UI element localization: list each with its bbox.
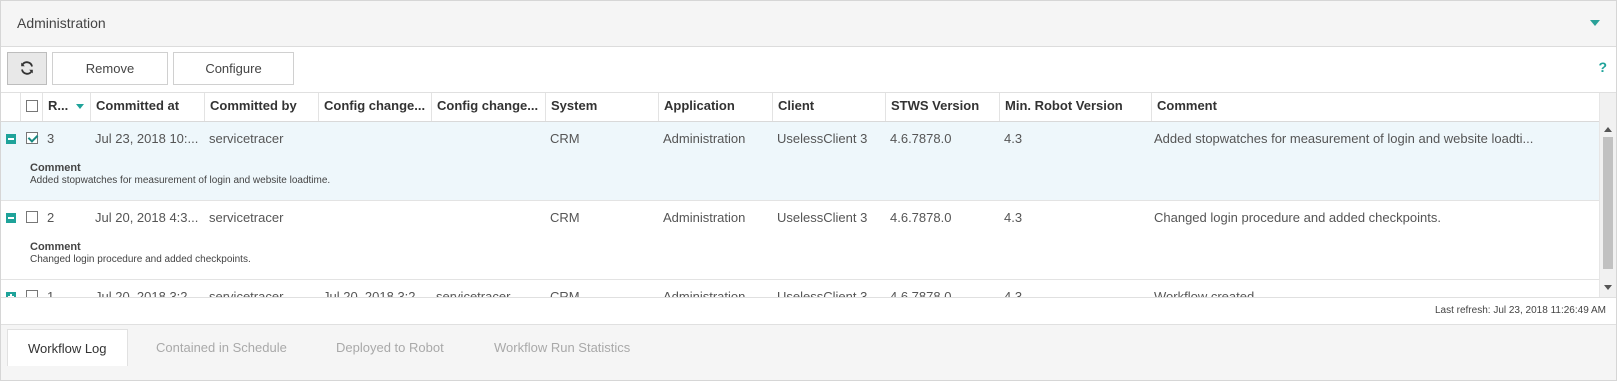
collapse-row-icon[interactable] bbox=[6, 213, 16, 223]
cell-min-robot-version: 4.3 bbox=[1004, 289, 1023, 297]
column-header-config-changed-at[interactable]: Config change... bbox=[318, 93, 431, 121]
help-icon[interactable]: ? bbox=[1598, 59, 1607, 75]
scroll-thumb[interactable] bbox=[1603, 137, 1613, 269]
scroll-up-icon[interactable] bbox=[1604, 127, 1612, 132]
refresh-icon bbox=[21, 61, 33, 75]
cell-committed-at: Jul 20, 2018 3:2... bbox=[95, 289, 199, 297]
column-header-min-robot-version[interactable]: Min. Robot Version bbox=[999, 93, 1151, 121]
header-expander-cell bbox=[1, 93, 20, 121]
column-header-system[interactable]: System bbox=[545, 93, 658, 121]
panel-header[interactable]: Administration bbox=[1, 1, 1616, 47]
detail-text: Changed login procedure and added checkp… bbox=[30, 254, 251, 265]
cell-config-changed-by: servicetracer bbox=[436, 289, 511, 297]
cell-comment: Changed login procedure and added checkp… bbox=[1154, 210, 1441, 225]
expand-row-icon[interactable] bbox=[6, 292, 16, 297]
cell-comment: Added stopwatches for measurement of log… bbox=[1154, 131, 1534, 146]
column-header-config-changed-by[interactable]: Config change... bbox=[431, 93, 545, 121]
tab-workflow-log[interactable]: Workflow Log bbox=[7, 329, 128, 366]
collapse-row-icon[interactable] bbox=[6, 134, 16, 144]
select-all-checkbox[interactable] bbox=[26, 100, 38, 112]
bottom-tabs: Workflow Log Contained in Schedule Deplo… bbox=[1, 324, 1616, 380]
row-checkbox[interactable] bbox=[26, 211, 38, 223]
table-row[interactable]: 1 Jul 20, 2018 3:2... servicetracer Jul … bbox=[1, 280, 1599, 297]
tab-deployed-to-robot[interactable]: Deployed to Robot bbox=[316, 329, 464, 366]
cell-stws-version: 4.6.7878.0 bbox=[890, 210, 952, 225]
cell-min-robot-version: 4.3 bbox=[1004, 131, 1023, 146]
cell-min-robot-version: 4.3 bbox=[1004, 210, 1023, 225]
row-checkbox[interactable] bbox=[26, 290, 38, 297]
sort-descending-icon[interactable] bbox=[76, 104, 84, 109]
row-checkbox[interactable] bbox=[26, 132, 38, 144]
table-row[interactable]: 3 Jul 23, 2018 10:... servicetracer CRM … bbox=[1, 122, 1599, 201]
cell-application: Administration bbox=[663, 289, 746, 297]
cell-system: CRM bbox=[550, 131, 580, 146]
cell-stws-version: 4.6.7878.0 bbox=[890, 289, 952, 297]
cell-client: UselessClient 3 bbox=[777, 289, 868, 297]
detail-label: Comment bbox=[30, 162, 81, 174]
cell-comment: Workflow created bbox=[1154, 289, 1255, 297]
administration-panel: Administration Remove Revisions Configur… bbox=[0, 0, 1617, 381]
column-header-comment[interactable]: Comment bbox=[1151, 93, 1599, 121]
cell-revision: 1 bbox=[47, 289, 55, 297]
panel-title: Administration bbox=[17, 15, 106, 31]
column-header-client[interactable]: Client bbox=[772, 93, 885, 121]
cell-client: UselessClient 3 bbox=[777, 210, 868, 225]
cell-committed-at: Jul 23, 2018 10:... bbox=[95, 131, 199, 146]
cell-committed-by: servicetracer bbox=[209, 210, 284, 225]
grid-header: R... Committed at Committed by Config ch… bbox=[1, 93, 1599, 122]
cell-stws-version: 4.6.7878.0 bbox=[890, 131, 952, 146]
collapse-caret-icon[interactable] bbox=[1590, 20, 1600, 26]
cell-committed-by: servicetracer bbox=[209, 289, 284, 297]
vertical-scrollbar[interactable] bbox=[1599, 93, 1616, 297]
column-header-application[interactable]: Application bbox=[658, 93, 772, 121]
cell-revision: 3 bbox=[47, 131, 55, 146]
detail-text: Added stopwatches for measurement of log… bbox=[30, 175, 331, 186]
refresh-button[interactable] bbox=[7, 52, 47, 85]
toolbar: Remove Revisions Configure Revision ? bbox=[1, 47, 1616, 107]
cell-application: Administration bbox=[663, 131, 746, 146]
revisions-grid: R... Committed at Committed by Config ch… bbox=[1, 92, 1616, 298]
cell-revision: 2 bbox=[47, 210, 55, 225]
grid-rows: 3 Jul 23, 2018 10:... servicetracer CRM … bbox=[1, 122, 1599, 297]
scroll-down-icon[interactable] bbox=[1604, 285, 1612, 290]
cell-config-changed-at: Jul 20, 2018 3:2... bbox=[323, 289, 427, 297]
column-header-committed-at[interactable]: Committed at bbox=[90, 93, 204, 121]
header-select-all[interactable] bbox=[20, 93, 42, 121]
detail-label: Comment bbox=[30, 241, 81, 253]
tab-workflow-run-statistics[interactable]: Workflow Run Statistics bbox=[474, 329, 650, 366]
last-refresh-label: Last refresh: Jul 23, 2018 11:26:49 AM bbox=[1434, 305, 1606, 316]
cell-system: CRM bbox=[550, 210, 580, 225]
column-header-stws-version[interactable]: STWS Version bbox=[885, 93, 999, 121]
remove-revisions-button[interactable]: Remove Revisions bbox=[52, 52, 168, 107]
table-row[interactable]: 2 Jul 20, 2018 4:3... servicetracer CRM … bbox=[1, 201, 1599, 280]
cell-system: CRM bbox=[550, 289, 580, 297]
tab-contained-in-schedule[interactable]: Contained in Schedule bbox=[136, 329, 307, 366]
cell-committed-at: Jul 20, 2018 4:3... bbox=[95, 210, 199, 225]
cell-application: Administration bbox=[663, 210, 746, 225]
cell-client: UselessClient 3 bbox=[777, 131, 868, 146]
configure-revision-button[interactable]: Configure Revision bbox=[173, 52, 294, 107]
column-header-committed-by[interactable]: Committed by bbox=[204, 93, 318, 121]
cell-committed-by: servicetracer bbox=[209, 131, 284, 146]
